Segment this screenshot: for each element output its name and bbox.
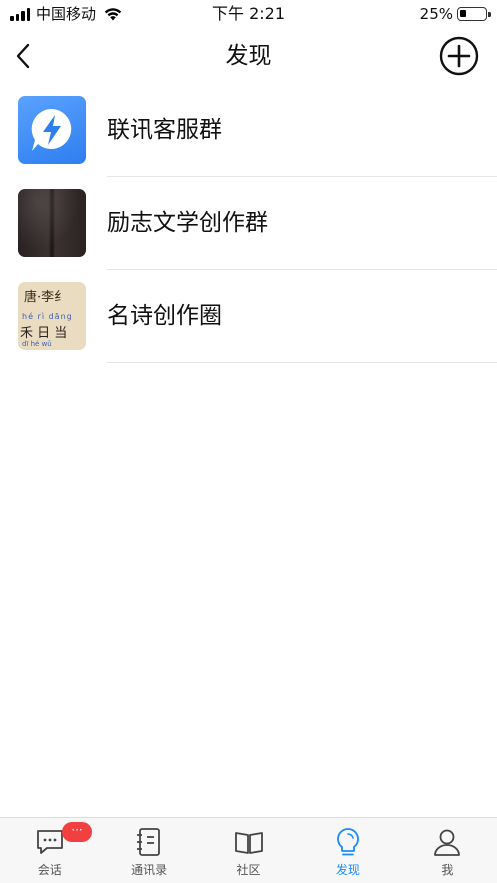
list-item-literature-group[interactable]: 励志文学创作群 — [0, 177, 497, 270]
nav-bar: 发现 — [0, 28, 497, 84]
thumb-text: 禾 日 当 — [20, 326, 68, 341]
tab-bar: ··· 会话 通讯录 社区 发现 我 — [0, 817, 497, 883]
list-item-label: 名诗创作圈 — [107, 303, 222, 329]
battery-icon — [457, 7, 491, 21]
chat-icon — [36, 830, 63, 854]
discover-list: 联讯客服群 励志文学创作群 唐·李纟 hé rì dāng 禾 日 当 dī h… — [0, 84, 497, 363]
status-right: 25% — [419, 4, 491, 24]
lightning-chat-icon — [18, 96, 86, 164]
tab-chats[interactable]: ··· 会话 — [0, 818, 99, 883]
tab-discover[interactable]: 发现 — [298, 818, 397, 883]
group-avatar-image — [18, 189, 86, 257]
list-item-label: 励志文学创作群 — [107, 210, 268, 236]
person-icon — [434, 829, 461, 856]
list-item-label: 联讯客服群 — [107, 117, 222, 143]
tab-label: 通讯录 — [131, 863, 168, 877]
divider — [107, 362, 497, 363]
tab-label: 我 — [441, 863, 454, 877]
page-title: 发现 — [225, 43, 272, 69]
bulb-icon — [337, 828, 359, 856]
add-button[interactable] — [439, 36, 479, 76]
book-icon — [234, 832, 263, 854]
battery-percent: 25% — [419, 5, 453, 23]
status-bar: 中国移动 下午 2:21 25% — [0, 0, 497, 28]
list-item-support-group[interactable]: 联讯客服群 — [0, 84, 497, 177]
thumb-pinyin: hé rì dāng — [22, 312, 73, 321]
tab-contacts[interactable]: 通讯录 — [99, 818, 198, 883]
thumb-text: 唐·李纟 — [24, 290, 68, 305]
poetry-avatar-image: 唐·李纟 hé rì dāng 禾 日 当 dī hé wǔ — [18, 282, 86, 350]
tab-me[interactable]: 我 — [398, 818, 497, 883]
tab-label: 社区 — [236, 863, 261, 877]
tab-label: 发现 — [335, 863, 360, 877]
thumb-pinyin: dī hé wǔ — [22, 340, 52, 348]
unread-badge: ··· — [62, 822, 92, 842]
list-item-poetry-circle[interactable]: 唐·李纟 hé rì dāng 禾 日 当 dī hé wǔ 名诗创作圈 — [0, 270, 497, 363]
tab-community[interactable]: 社区 — [199, 818, 298, 883]
contacts-icon — [137, 828, 161, 856]
tab-label: 会话 — [37, 863, 62, 877]
